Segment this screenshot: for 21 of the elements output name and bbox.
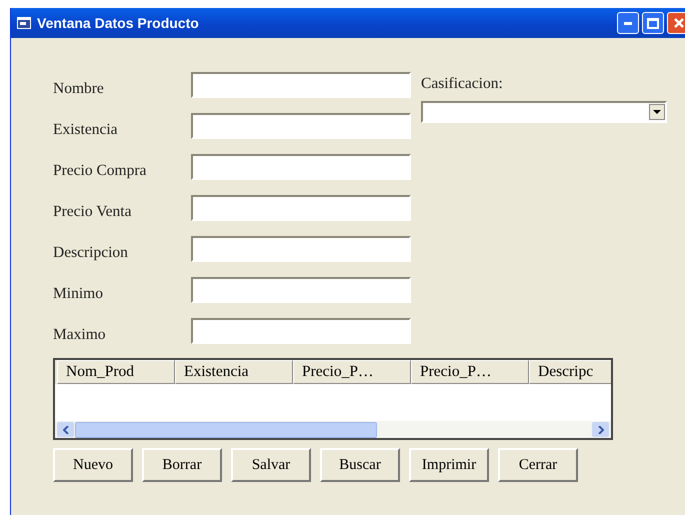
column-header[interactable]: Descripc [529,360,611,384]
field-label: Minimo [53,284,104,303]
field-label: Nombre [53,79,105,98]
column-header[interactable]: Precio_P… [293,360,411,384]
data-grid[interactable]: Nom_Prod Existencia Precio_P… Precio_P… Descripc [53,358,613,440]
field-label: Existencia [53,120,119,139]
field-label: Casificacion: [421,75,504,93]
field-label: Precio Compra [53,161,148,180]
column-header[interactable]: Existencia [175,360,293,384]
action-button[interactable]: Salvar [231,448,311,482]
field-label: Descripcion [53,243,129,262]
column-header[interactable]: Nom_Prod [57,360,175,384]
action-button[interactable]: Cerrar [498,448,578,482]
field-label: Maximo [53,325,107,344]
action-button[interactable]: Nuevo [53,448,133,482]
window-title: Ventana Datos Producto [37,15,200,31]
column-header[interactable]: Precio_P… [411,360,529,384]
action-button[interactable]: Buscar [320,448,400,482]
action-button[interactable]: Borrar [142,448,222,482]
field-label: Precio Venta [53,202,132,221]
action-button[interactable]: Imprimir [409,448,489,482]
